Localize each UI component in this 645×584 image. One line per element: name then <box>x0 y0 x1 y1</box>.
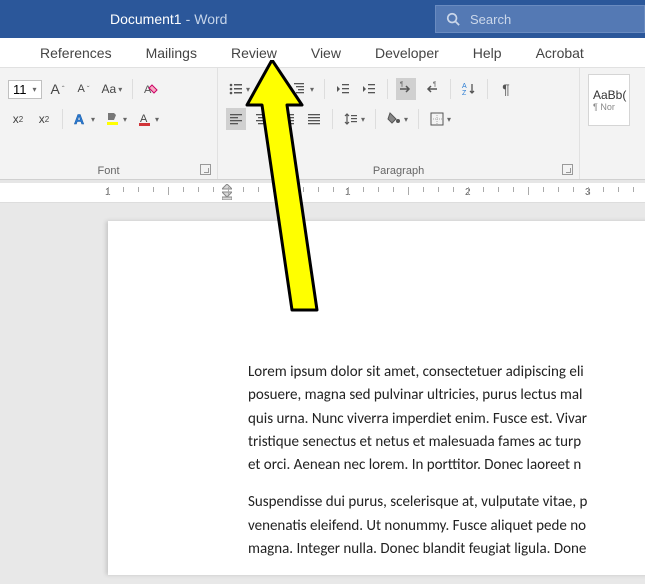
multilevel-list-button[interactable]: ▾ <box>290 78 316 100</box>
paragraph-group-label: Paragraph <box>218 165 579 177</box>
styles-group: AaBb( ¶ Nor <box>580 68 645 179</box>
numbering-button[interactable]: 123▾ <box>258 78 284 100</box>
align-right-button[interactable] <box>278 108 298 130</box>
font-dialog-launcher[interactable] <box>200 164 211 175</box>
bullets-icon <box>228 81 244 97</box>
svg-text:¶: ¶ <box>433 82 436 88</box>
font-color-button[interactable]: A▾ <box>135 108 161 130</box>
title-bar: Document1 - Word Search <box>0 0 645 38</box>
rtl-icon: ¶ <box>424 81 440 97</box>
ribbon-tabs: References Mailings Review View Develope… <box>0 38 645 68</box>
justify-button[interactable] <box>304 108 324 130</box>
clear-formatting-icon: A <box>143 81 159 97</box>
paragraph-group: ▾ 123▾ ▾ ¶ ¶ AZ ¶ ▾ ▾ ▾ Paragraph <box>218 68 580 179</box>
borders-button[interactable]: ▾ <box>427 108 453 130</box>
document-title: Document1 <box>110 11 182 27</box>
tab-mailings[interactable]: Mailings <box>136 39 207 67</box>
font-size-input[interactable]: 11▾ <box>8 80 42 99</box>
font-color-icon: A <box>137 111 153 127</box>
tab-help[interactable]: Help <box>463 39 512 67</box>
text-effects-button[interactable]: A▾ <box>71 108 97 130</box>
search-input[interactable]: Search <box>435 5 645 33</box>
highlight-icon <box>105 111 121 127</box>
decrease-indent-button[interactable] <box>333 78 353 100</box>
align-left-button[interactable] <box>226 108 246 130</box>
tab-acrobat[interactable]: Acrobat <box>526 39 594 67</box>
increase-indent-icon <box>361 81 377 97</box>
svg-text:A: A <box>462 83 467 90</box>
borders-icon <box>429 111 445 127</box>
line-spacing-icon <box>343 111 359 127</box>
text-effects-icon: A <box>73 111 89 127</box>
grow-font-button[interactable]: Aˆ <box>48 78 68 100</box>
shrink-font-button[interactable]: Aˇ <box>74 78 94 100</box>
style-normal[interactable]: AaBb( ¶ Nor <box>588 74 630 126</box>
decrease-indent-icon <box>335 81 351 97</box>
highlight-button[interactable]: ▾ <box>103 108 129 130</box>
paragraph-1[interactable]: Lorem ipsum dolor sit amet, consectetuer… <box>248 361 645 477</box>
superscript-button[interactable]: x2 <box>34 108 54 130</box>
app-name: Word <box>194 11 227 27</box>
sort-button[interactable]: AZ <box>459 78 479 100</box>
font-size-value: 11 <box>13 82 27 97</box>
paragraph-dialog-launcher[interactable] <box>562 164 573 175</box>
tab-review[interactable]: Review <box>221 39 287 67</box>
tab-view[interactable]: View <box>301 39 351 67</box>
ltr-icon: ¶ <box>398 81 414 97</box>
font-group-label: Font <box>0 165 217 177</box>
ruler[interactable]: 1 1 2 3 <box>0 183 645 203</box>
page[interactable]: Lorem ipsum dolor sit amet, consectetuer… <box>108 221 645 575</box>
align-right-icon <box>280 111 296 127</box>
show-marks-button[interactable]: ¶ <box>496 78 516 100</box>
multilevel-icon <box>292 81 308 97</box>
paragraph-2[interactable]: Suspendisse dui purus, scelerisque at, v… <box>248 491 645 561</box>
search-icon <box>446 12 460 26</box>
bullets-button[interactable]: ▾ <box>226 78 252 100</box>
shading-icon <box>386 111 402 127</box>
svg-text:3: 3 <box>261 92 264 97</box>
title-separator: - <box>186 11 191 27</box>
clear-formatting-button[interactable]: A <box>141 78 161 100</box>
shading-button[interactable]: ▾ <box>384 108 410 130</box>
align-center-button[interactable] <box>252 108 272 130</box>
line-spacing-button[interactable]: ▾ <box>341 108 367 130</box>
align-center-icon <box>254 111 270 127</box>
tab-references[interactable]: References <box>30 39 122 67</box>
align-left-icon <box>228 111 244 127</box>
svg-text:¶: ¶ <box>400 82 403 88</box>
rtl-direction-button[interactable]: ¶ <box>422 78 442 100</box>
sort-icon: AZ <box>461 81 477 97</box>
style-sample: AaBb( <box>593 88 626 102</box>
document-workspace[interactable]: Lorem ipsum dolor sit amet, consectetuer… <box>0 203 645 584</box>
indent-marker-icon <box>222 184 232 200</box>
ltr-direction-button[interactable]: ¶ <box>396 78 416 100</box>
svg-text:Z: Z <box>462 90 467 97</box>
increase-indent-button[interactable] <box>359 78 379 100</box>
style-name: ¶ Nor <box>593 102 615 112</box>
indent-marker[interactable] <box>222 184 232 202</box>
pilcrow-icon: ¶ <box>502 81 510 97</box>
change-case-button[interactable]: Aa▾ <box>100 78 125 100</box>
font-group: 11▾ Aˆ Aˇ Aa▾ A x2 x2 A▾ ▾ A▾ Font <box>0 68 218 179</box>
ribbon: 11▾ Aˆ Aˇ Aa▾ A x2 x2 A▾ ▾ A▾ Font <box>0 68 645 180</box>
tab-developer[interactable]: Developer <box>365 39 449 67</box>
numbering-icon: 123 <box>260 81 276 97</box>
svg-text:A: A <box>74 111 84 127</box>
subscript-button[interactable]: x2 <box>8 108 28 130</box>
justify-icon <box>306 111 322 127</box>
search-placeholder: Search <box>470 12 511 27</box>
